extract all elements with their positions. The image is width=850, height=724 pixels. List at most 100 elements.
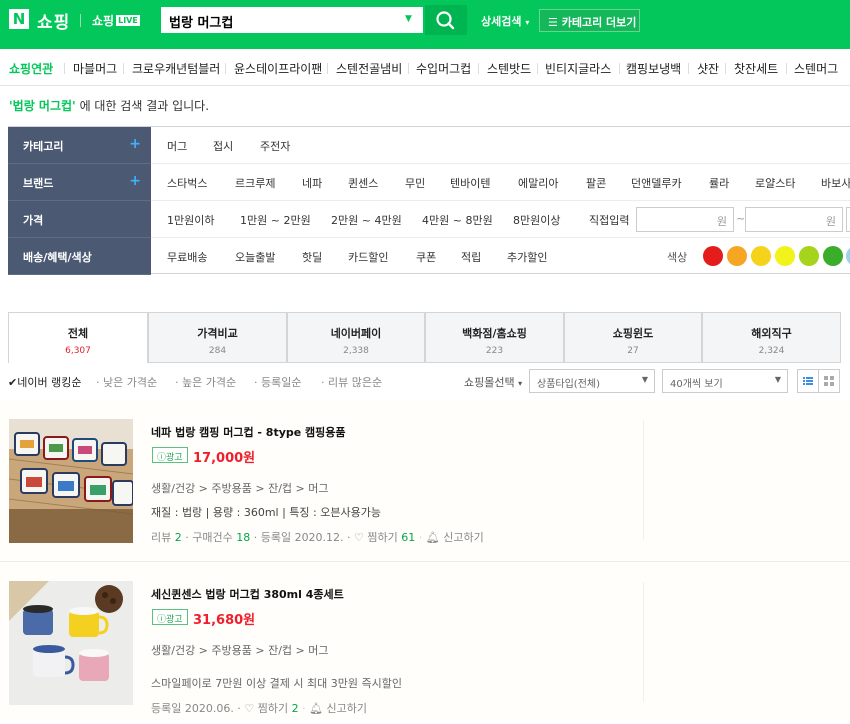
report-button[interactable]: 🔔︎ 신고하기 [309,702,367,715]
product-title[interactable]: 네파 법랑 캠핑 머그컵 - 8type 캠핑용품 [151,424,346,440]
filter-option[interactable]: 1만원이하 [167,212,214,228]
filter-option[interactable]: 네파 [302,175,322,191]
shopping-logo[interactable]: 쇼핑 [37,8,70,33]
divider [537,63,538,74]
price-apply-button[interactable] [846,207,850,232]
review-label[interactable]: 리뷰 [151,531,175,544]
related-keyword[interactable]: 스텐머그 [794,60,838,77]
related-keyword[interactable]: 스텐전골냄비 [336,60,402,77]
sort-low-price[interactable]: · 낮은 가격순 [96,374,157,390]
sort-reviews[interactable]: · 리뷰 많은순 [321,374,382,390]
price-min-input[interactable]: 원 [636,207,734,232]
product-image[interactable] [9,581,133,705]
product-image[interactable] [9,419,133,543]
sort-high-price[interactable]: · 높은 가격순 [175,374,236,390]
product-meta: 리뷰 2 · 구매건수 18 · 등록일 2020.12. · ♡ 찜하기 61… [151,531,484,544]
filter-option[interactable]: 스타벅스 [167,175,207,191]
color-swatch-orange[interactable] [727,246,747,266]
filter-option[interactable]: 2만원 ~ 4만원 [331,212,402,228]
naver-logo[interactable]: N [9,9,29,29]
select-value: 40개씩 보기 [670,379,723,390]
related-keyword[interactable]: 스텐밧드 [487,60,531,77]
filter-option[interactable]: 머그 [167,138,187,154]
price-max-input[interactable]: 원 [745,207,843,232]
color-swatch-lemon[interactable] [775,246,795,266]
filter-option[interactable]: 무료배송 [167,249,207,265]
divider [688,63,689,74]
tab-overseas[interactable]: 해외직구 2,324 [702,312,841,363]
color-swatch-sky[interactable] [846,246,850,266]
ad-badge[interactable]: ⓘ광고 [152,609,188,625]
detail-search-button[interactable]: 상세검색 ▾ [481,13,529,29]
related-keyword[interactable]: 캠핑보냉백 [626,60,681,77]
related-keyword[interactable]: 크로우캐년텀블러 [132,60,220,77]
filter-option[interactable]: 접시 [213,138,233,154]
product-photo [9,581,133,705]
filter-option[interactable]: 추가할인 [507,249,547,265]
tab-price-compare[interactable]: 가격비교 284 [148,312,287,363]
sort-bar: ✔네이버 랭킹순 · 낮은 가격순 · 높은 가격순 · 등록일순 · 리뷰 많… [8,369,841,393]
ad-badge[interactable]: ⓘ광고 [152,447,188,463]
related-keyword[interactable]: 샷잔 [697,60,719,77]
related-keyword[interactable]: 마블머그 [73,60,117,77]
related-keyword[interactable]: 찻잔세트 [734,60,778,77]
list-view-button[interactable] [797,369,819,393]
wish-button[interactable]: ♡ 찜하기 2 [244,702,298,715]
tab-naverpay[interactable]: 네이버페이 2,338 [287,312,425,363]
filter-option[interactable]: 률라 [709,175,729,191]
filter-option[interactable]: 텐바이텐 [450,175,490,191]
page-size-select[interactable]: 40개씩 보기 ▼ [662,369,788,393]
related-keyword[interactable]: 윤스테이프라이팬 [234,60,322,77]
expand-plus-icon[interactable]: + [129,136,141,152]
shopping-live-link[interactable]: 쇼핑 LIVE [92,12,140,29]
filter-option[interactable]: 카드할인 [348,249,388,265]
filter-option[interactable]: 쿠폰 [416,249,436,265]
filter-option[interactable]: 1만원 ~ 2만원 [240,212,311,228]
filter-table: 카테고리 + 머그 접시 주전자 브랜드 + 스타벅스 르크루제 네파 퀸센스 무민… [8,126,850,275]
grid-view-button[interactable] [818,369,840,393]
filter-option[interactable]: 로얄스타 [755,175,795,191]
expand-plus-icon[interactable]: + [129,173,141,189]
tab-department[interactable]: 백화점/홈쇼핑 223 [425,312,564,363]
filter-option[interactable]: 4만원 ~ 8만원 [422,212,493,228]
filter-option[interactable]: 오늘출발 [235,249,275,265]
filter-option[interactable]: 바보사 [821,175,850,191]
color-swatch-lime[interactable] [799,246,819,266]
filter-option[interactable]: 에말리아 [518,175,558,191]
filter-header[interactable]: 브랜드 + [8,164,151,201]
tilde: ~ [736,212,746,225]
filter-option[interactable]: 8만원이상 [513,212,560,228]
tab-all[interactable]: 전체 6,307 [8,312,148,363]
filter-option[interactable]: 팔콘 [586,175,606,191]
related-keyword[interactable]: 수입머그컵 [416,60,471,77]
filter-option[interactable]: 적립 [461,249,481,265]
search-dropdown-icon[interactable]: ▼ [405,14,412,24]
heart-icon: ♡ [354,531,364,544]
filter-option[interactable]: 주전자 [260,138,290,154]
filter-option[interactable]: 르크루제 [235,175,275,191]
category-path[interactable]: 생활/건강 > 주방용품 > 잔/컵 > 머그 [151,480,328,496]
color-swatch-red[interactable] [703,246,723,266]
filter-option[interactable]: 핫딜 [302,249,322,265]
product-type-select[interactable]: 상품타입(전체) ▼ [529,369,655,393]
search-input[interactable] [169,11,397,31]
filter-option[interactable]: 퀸센스 [348,175,378,191]
category-more-button[interactable]: ☰ 카테고리 더보기 [539,9,640,32]
mall-select[interactable]: 쇼핑몰선택 ▾ [464,374,522,390]
category-path[interactable]: 생활/건강 > 주방용품 > 잔/컵 > 머그 [151,642,328,658]
product-title[interactable]: 세신퀸센스 법랑 머그컵 380ml 4종세트 [151,586,344,602]
color-swatch-green[interactable] [823,246,843,266]
sort-ranking[interactable]: ✔네이버 랭킹순 [8,374,81,390]
report-button[interactable]: 🔔︎ 신고하기 [426,531,484,544]
tab-count: 284 [208,346,227,356]
sort-date[interactable]: · 등록일순 [254,374,301,390]
search-button[interactable] [425,5,467,35]
color-swatch-yellow[interactable] [751,246,771,266]
filter-header[interactable]: 카테고리 + [8,127,151,164]
wish-button[interactable]: ♡ 찜하기 61 [354,531,415,544]
tab-shopping-window[interactable]: 쇼핑윈도 27 [564,312,702,363]
filter-option[interactable]: 무민 [405,175,425,191]
filter-option[interactable]: 던앤델루카 [631,175,682,191]
related-keyword[interactable]: 빈티지글라스 [545,60,611,77]
review-count[interactable]: 2 [175,531,182,544]
